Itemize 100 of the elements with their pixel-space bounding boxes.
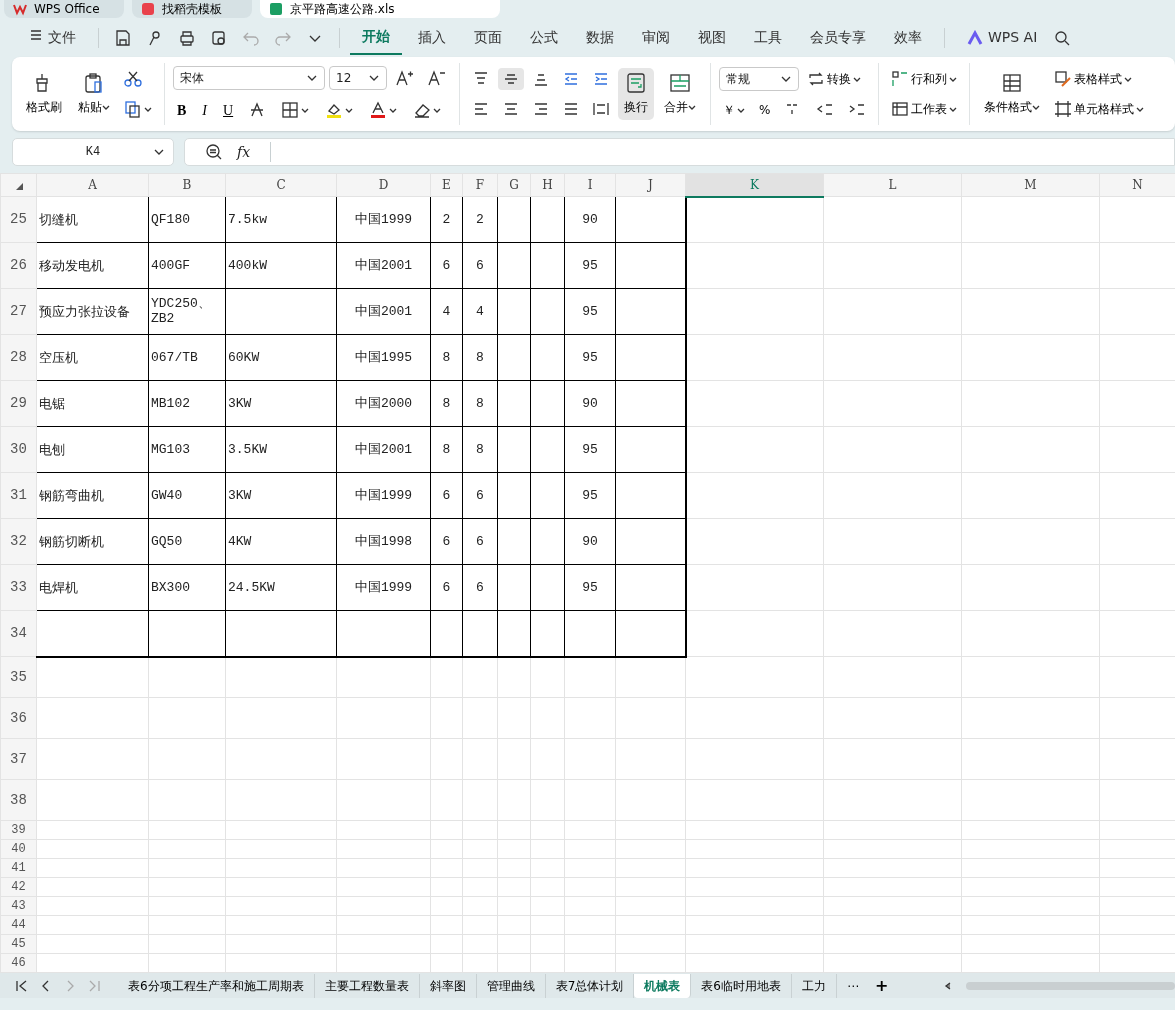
column-header[interactable]: J: [615, 173, 686, 197]
sheet-tab[interactable]: 管理曲线: [476, 973, 546, 998]
column-header[interactable]: L: [823, 173, 962, 197]
row-header[interactable]: 34: [0, 610, 37, 657]
caret-icon: [1124, 75, 1133, 83]
conditional-format-icon: [1001, 72, 1024, 94]
menu-tab[interactable]: 效率: [882, 21, 934, 54]
formula-field[interactable]: fx: [184, 138, 1175, 166]
row-header[interactable]: 25: [0, 196, 37, 243]
scrollbar[interactable]: [966, 981, 1175, 990]
font-size-select[interactable]: 12: [329, 65, 387, 90]
print-preview-icon[interactable]: [210, 28, 228, 47]
percent-button[interactable]: %: [755, 99, 775, 121]
table-cell: 400GF: [148, 242, 226, 289]
sheet-tab[interactable]: 机械表: [634, 973, 692, 998]
sheet-tab[interactable]: 主要工程数量表: [314, 973, 420, 998]
menu-tab[interactable]: 页面: [462, 21, 514, 54]
sheet-tab[interactable]: 斜率图: [419, 973, 477, 998]
menu-tab[interactable]: 审阅: [630, 21, 682, 54]
number-format-select[interactable]: 常规: [719, 67, 799, 91]
table-cell: 6: [462, 564, 498, 611]
save-icon[interactable]: [114, 28, 132, 47]
row-header[interactable]: 35: [0, 656, 37, 698]
insert-function-button[interactable]: fx: [237, 141, 251, 163]
column-header[interactable]: F: [462, 173, 498, 197]
name-box[interactable]: K4: [12, 138, 174, 166]
add-sheet-button[interactable]: +: [868, 973, 895, 998]
wrap-text-button[interactable]: 换行: [618, 68, 654, 120]
wps-ai-button[interactable]: WPS AI: [955, 21, 1050, 54]
row-header[interactable]: 33: [0, 564, 37, 611]
convert-button[interactable]: 转换: [803, 68, 865, 90]
font-name-select[interactable]: 宋体: [173, 65, 325, 90]
table-style-button[interactable]: 表格样式: [1050, 68, 1149, 90]
print-icon[interactable]: [178, 28, 196, 47]
table-cell: 3KW: [225, 380, 337, 427]
currency-button[interactable]: ￥: [719, 99, 749, 121]
row-header[interactable]: 37: [0, 738, 37, 780]
column-header[interactable]: D: [336, 173, 431, 197]
menu-tab[interactable]: 工具: [742, 21, 794, 54]
paste-button[interactable]: 粘贴: [72, 68, 116, 120]
app-logo-icon: [140, 1, 156, 17]
window-tab[interactable]: 京平路高速公路.xls: [260, 0, 500, 18]
caret-icon: [1136, 105, 1145, 113]
caret-icon: [949, 75, 958, 83]
justify-icon: [562, 100, 580, 118]
column-header[interactable]: A: [36, 173, 149, 197]
search-icon[interactable]: [1053, 28, 1072, 47]
file-menu[interactable]: 文件: [16, 21, 88, 54]
menu-tab[interactable]: 插入: [406, 21, 458, 54]
align-middle-button[interactable]: [498, 68, 524, 90]
window-tab[interactable]: WPS Office: [4, 0, 124, 18]
more-sheets-button[interactable]: ⋯: [836, 973, 869, 998]
table-cell: GW40: [148, 472, 226, 519]
table-cell: GQ50: [148, 518, 226, 565]
column-header[interactable]: N: [1099, 173, 1175, 197]
column-header[interactable]: C: [225, 173, 337, 197]
rows-columns-button[interactable]: 行和列: [887, 68, 962, 90]
row-header[interactable]: 32: [0, 518, 37, 565]
merge-button[interactable]: 合并: [658, 68, 702, 120]
conditional-format-button[interactable]: 条件格式: [978, 68, 1047, 120]
column-header[interactable]: I: [564, 173, 616, 197]
style-button[interactable]: B: [173, 97, 191, 123]
borders-icon: [281, 101, 300, 119]
caret-icon: [853, 75, 861, 83]
column-header[interactable]: K: [685, 173, 824, 197]
menu-tab[interactable]: 视图: [686, 21, 738, 54]
column-header[interactable]: M: [961, 173, 1100, 197]
menu-tab[interactable]: 公式: [518, 21, 570, 54]
cell-style-button[interactable]: 单元格样式: [1050, 98, 1149, 120]
sheet-tab[interactable]: 表6分项工程生产率和施工周期表: [118, 973, 315, 998]
window-tab[interactable]: 找稻壳模板: [132, 0, 252, 18]
caret-icon: [389, 106, 398, 114]
row-header[interactable]: 28: [0, 334, 37, 381]
column-header[interactable]: H: [530, 173, 565, 197]
scroll-left-icon[interactable]: [944, 981, 953, 990]
menu-tab[interactable]: 开始: [350, 20, 402, 55]
row-header[interactable]: 26: [0, 242, 37, 289]
menu-tab[interactable]: 会员专享: [798, 21, 878, 54]
row-header[interactable]: 38: [0, 779, 37, 821]
row-header[interactable]: 27: [0, 288, 37, 335]
table-cell: 8: [462, 380, 498, 427]
worksheet-button[interactable]: 工作表: [887, 98, 962, 120]
style-button[interactable]: U: [219, 97, 238, 123]
format-painter-button[interactable]: 格式刷: [20, 68, 68, 120]
caret-icon: [102, 104, 110, 111]
row-header[interactable]: 30: [0, 426, 37, 473]
sheet-tab[interactable]: 工力: [791, 973, 837, 998]
table-cell: 2: [430, 196, 463, 243]
wrap-text-icon: [625, 72, 647, 94]
style-button[interactable]: I: [198, 97, 211, 123]
column-header[interactable]: B: [148, 173, 226, 197]
table-cell: 6: [430, 472, 463, 519]
sheet-tab[interactable]: 表6临时用地表: [691, 973, 792, 998]
table-cell: 4: [462, 288, 498, 335]
row-header[interactable]: 36: [0, 697, 37, 739]
column-header[interactable]: G: [497, 173, 531, 197]
menu-tab[interactable]: 数据: [574, 21, 626, 54]
row-header[interactable]: 29: [0, 380, 37, 427]
column-header[interactable]: E: [430, 173, 463, 197]
row-header[interactable]: 31: [0, 472, 37, 519]
